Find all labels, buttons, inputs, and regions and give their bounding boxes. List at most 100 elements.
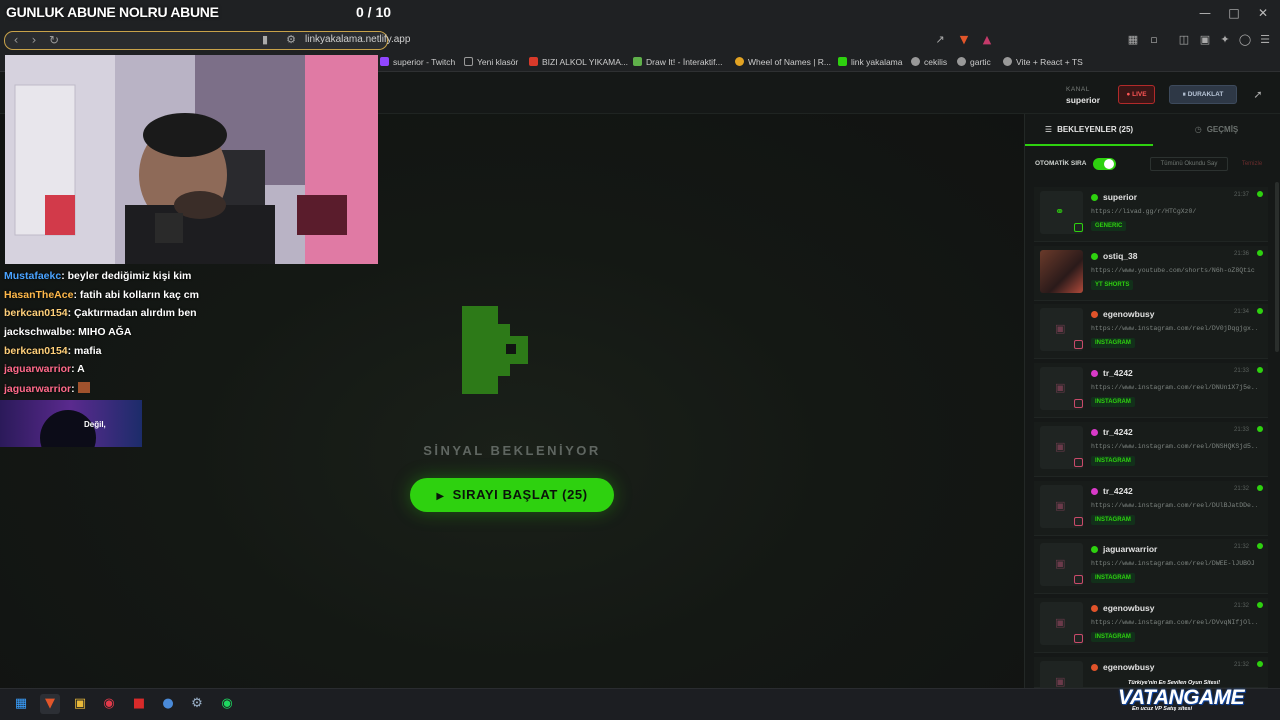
- globe-icon: [1003, 57, 1012, 66]
- bookmark-item[interactable]: BIZI ALKOL YIKAMA...: [529, 57, 628, 67]
- platform-dot-icon: [1091, 428, 1098, 436]
- thumbnail[interactable]: ▣: [1040, 601, 1083, 645]
- stream-overlay-title: GUNLUK ABUNE NOLRU ABUNE: [6, 4, 219, 20]
- bookmark-item[interactable]: cekilis: [911, 57, 947, 67]
- bookmark-item[interactable]: link yakalama: [838, 57, 903, 67]
- queue-card[interactable]: ▣ egenowbusy 21:32 https://www.instagram.co…: [1034, 597, 1268, 653]
- globe-icon: [911, 57, 920, 66]
- menu-icon[interactable]: ☰: [1258, 33, 1272, 47]
- thumbnail[interactable]: ⚭: [1040, 191, 1083, 234]
- queue-card[interactable]: ⚭ superior 21:37 https://livad.gg/r/HTCgXz0…: [1034, 187, 1268, 242]
- thumbnail[interactable]: ▣: [1040, 660, 1083, 687]
- bookmark-item[interactable]: gartic: [957, 57, 991, 67]
- platform-tag: INSTAGRAM: [1091, 573, 1135, 584]
- clear-button[interactable]: Temizle: [1235, 157, 1269, 171]
- platform-badge-icon: [1074, 516, 1083, 526]
- queue-card[interactable]: ▣ egenowbusy 21:34 https://www.instagram.co…: [1034, 304, 1268, 360]
- signal-status-text: SİNYAL BEKLENİYOR: [423, 443, 601, 458]
- windows-start-icon[interactable]: ▦: [11, 694, 31, 714]
- bookmark-item[interactable]: Yeni klasör: [464, 57, 518, 67]
- platform-tag: INSTAGRAM: [1091, 397, 1135, 408]
- queue-card[interactable]: ▣ tr_4242 21:32 https://www.instagram.com/r…: [1034, 480, 1268, 536]
- card-username: egenowbusy: [1103, 309, 1155, 320]
- card-url[interactable]: https://www.instagram.com/reel/DNUn1X7j5…: [1091, 384, 1257, 391]
- popout-icon[interactable]: ➚: [1251, 88, 1265, 102]
- card-username: egenowbusy: [1103, 602, 1155, 613]
- queue-card[interactable]: ostiq_38 21:36 https://www.youtube.com/sho…: [1034, 245, 1268, 301]
- extensions-icon[interactable]: ▦: [1126, 33, 1140, 47]
- stream-overlay-counter: 0 / 10: [356, 4, 392, 20]
- wallet-icon[interactable]: ▫: [1147, 33, 1161, 47]
- tab-waiting[interactable]: ☰ BEKLEYENLER (25): [1025, 116, 1153, 146]
- tab-search-icon[interactable]: ▣: [1198, 33, 1212, 47]
- thumbnail[interactable]: ▣: [1040, 367, 1083, 411]
- thumbnail[interactable]: [1040, 249, 1083, 293]
- url-text[interactable]: linkyakalama.netlify.app: [305, 34, 410, 45]
- queue-card[interactable]: ▣ tr_4242 21:33 https://www.instagram.com/r…: [1034, 421, 1268, 477]
- platform-tag: GENERIC: [1091, 221, 1127, 231]
- minimize-icon[interactable]: —: [1195, 4, 1215, 22]
- card-time: 21:33: [1234, 426, 1250, 433]
- chat-message: jackschwalbe: MIHO AĞA: [4, 326, 132, 338]
- online-status-icon: [1257, 425, 1263, 432]
- leo-ai-icon[interactable]: ✦: [1218, 33, 1232, 47]
- card-url[interactable]: https://www.instagram.com/reel/DV0jDqgjg…: [1091, 325, 1257, 332]
- queue-card[interactable]: ▣ tr_4242 21:33 https://www.instagram.com/r…: [1034, 363, 1268, 419]
- instagram-icon: ▣: [1055, 557, 1066, 571]
- platform-tag: YT SHORTS: [1091, 279, 1134, 290]
- emote-icon: [77, 382, 90, 393]
- scrollbar[interactable]: [1275, 182, 1279, 352]
- card-time: 21:32: [1234, 661, 1250, 668]
- start-queue-button[interactable]: ▶ SIRAYI BAŞLAT (25): [410, 478, 614, 512]
- card-url[interactable]: https://www.instagram.com/reel/DWEE-lJUB…: [1091, 560, 1257, 567]
- forward-icon[interactable]: ›: [26, 32, 42, 48]
- spotify-icon[interactable]: ◉: [217, 694, 237, 714]
- platform-tag: INSTAGRAM: [1091, 514, 1135, 525]
- brave-shield-icon[interactable]: ▼: [957, 33, 971, 47]
- platform-dot-icon: [1091, 311, 1098, 319]
- reload-icon[interactable]: ↻: [46, 32, 62, 48]
- vpn-icon[interactable]: ◯: [1238, 33, 1252, 47]
- thumbnail[interactable]: ▣: [1040, 484, 1083, 528]
- card-url[interactable]: https://www.youtube.com/shorts/N6h-oZ8Qt…: [1091, 267, 1257, 274]
- queue-card[interactable]: ▣ jaguarwarrior 21:32 https://www.instagram…: [1034, 539, 1268, 595]
- card-time: 21:32: [1234, 602, 1250, 609]
- bookmark-item[interactable]: Draw It! - İnteraktif...: [633, 57, 723, 67]
- card-url[interactable]: https://www.instagram.com/reel/DUlBJatDD…: [1091, 502, 1257, 509]
- app-icon[interactable]: ■: [129, 694, 149, 714]
- platform-dot-icon: [1091, 663, 1098, 671]
- thumbnail[interactable]: ▣: [1040, 308, 1083, 352]
- file-explorer-icon[interactable]: ▣: [70, 694, 90, 714]
- card-url[interactable]: https://www.instagram.com/reel/DVvqNIfjO…: [1091, 619, 1257, 626]
- thumbnail[interactable]: ▣: [1040, 543, 1083, 587]
- close-icon[interactable]: ✕: [1253, 4, 1273, 22]
- tab-history[interactable]: ◷ GEÇMİŞ: [1153, 116, 1280, 146]
- bookmark-item[interactable]: Wheel of Names | R...: [735, 57, 831, 67]
- brave-rewards-icon[interactable]: ▲: [980, 33, 994, 47]
- card-url[interactable]: https://livad.gg/r/HTCgXz0/: [1091, 208, 1257, 215]
- pause-button[interactable]: ⏸ DURAKLAT: [1169, 85, 1237, 104]
- bookmark-icon[interactable]: ▮: [258, 33, 272, 47]
- share-icon[interactable]: ↗: [933, 33, 947, 47]
- chat-message: jaguarwarrior: A: [4, 363, 85, 375]
- sidebar-toggle-icon[interactable]: ◫: [1177, 33, 1191, 47]
- back-icon[interactable]: ‹: [8, 32, 24, 48]
- card-time: 21:36: [1234, 250, 1250, 257]
- card-username: jaguarwarrior: [1103, 544, 1158, 555]
- platform-badge-icon: [1074, 340, 1083, 350]
- bookmark-item[interactable]: superior - Twitch: [380, 57, 455, 67]
- bookmark-item[interactable]: Vite + React + TS: [1003, 57, 1083, 67]
- app-icon[interactable]: ●: [158, 694, 178, 714]
- chat-banner: Değil,: [0, 400, 142, 447]
- app-icon[interactable]: ◉: [99, 694, 119, 714]
- steam-icon[interactable]: ⚙: [187, 694, 207, 714]
- thumbnail[interactable]: ▣: [1040, 425, 1083, 469]
- live-button[interactable]: ● LIVE: [1118, 85, 1155, 104]
- card-url[interactable]: https://www.instagram.com/reel/DNSHQKSjd…: [1091, 443, 1257, 450]
- brave-browser-icon[interactable]: ▼: [40, 694, 60, 714]
- site-info-icon[interactable]: ⚙: [284, 33, 298, 47]
- online-status-icon: [1257, 367, 1263, 374]
- sponsor-subtitle: En ucuz VP Satış sitesi: [1132, 706, 1193, 712]
- mark-all-read-button[interactable]: Tümünü Okundu Say: [1150, 157, 1228, 171]
- maximize-icon[interactable]: □: [1224, 4, 1244, 22]
